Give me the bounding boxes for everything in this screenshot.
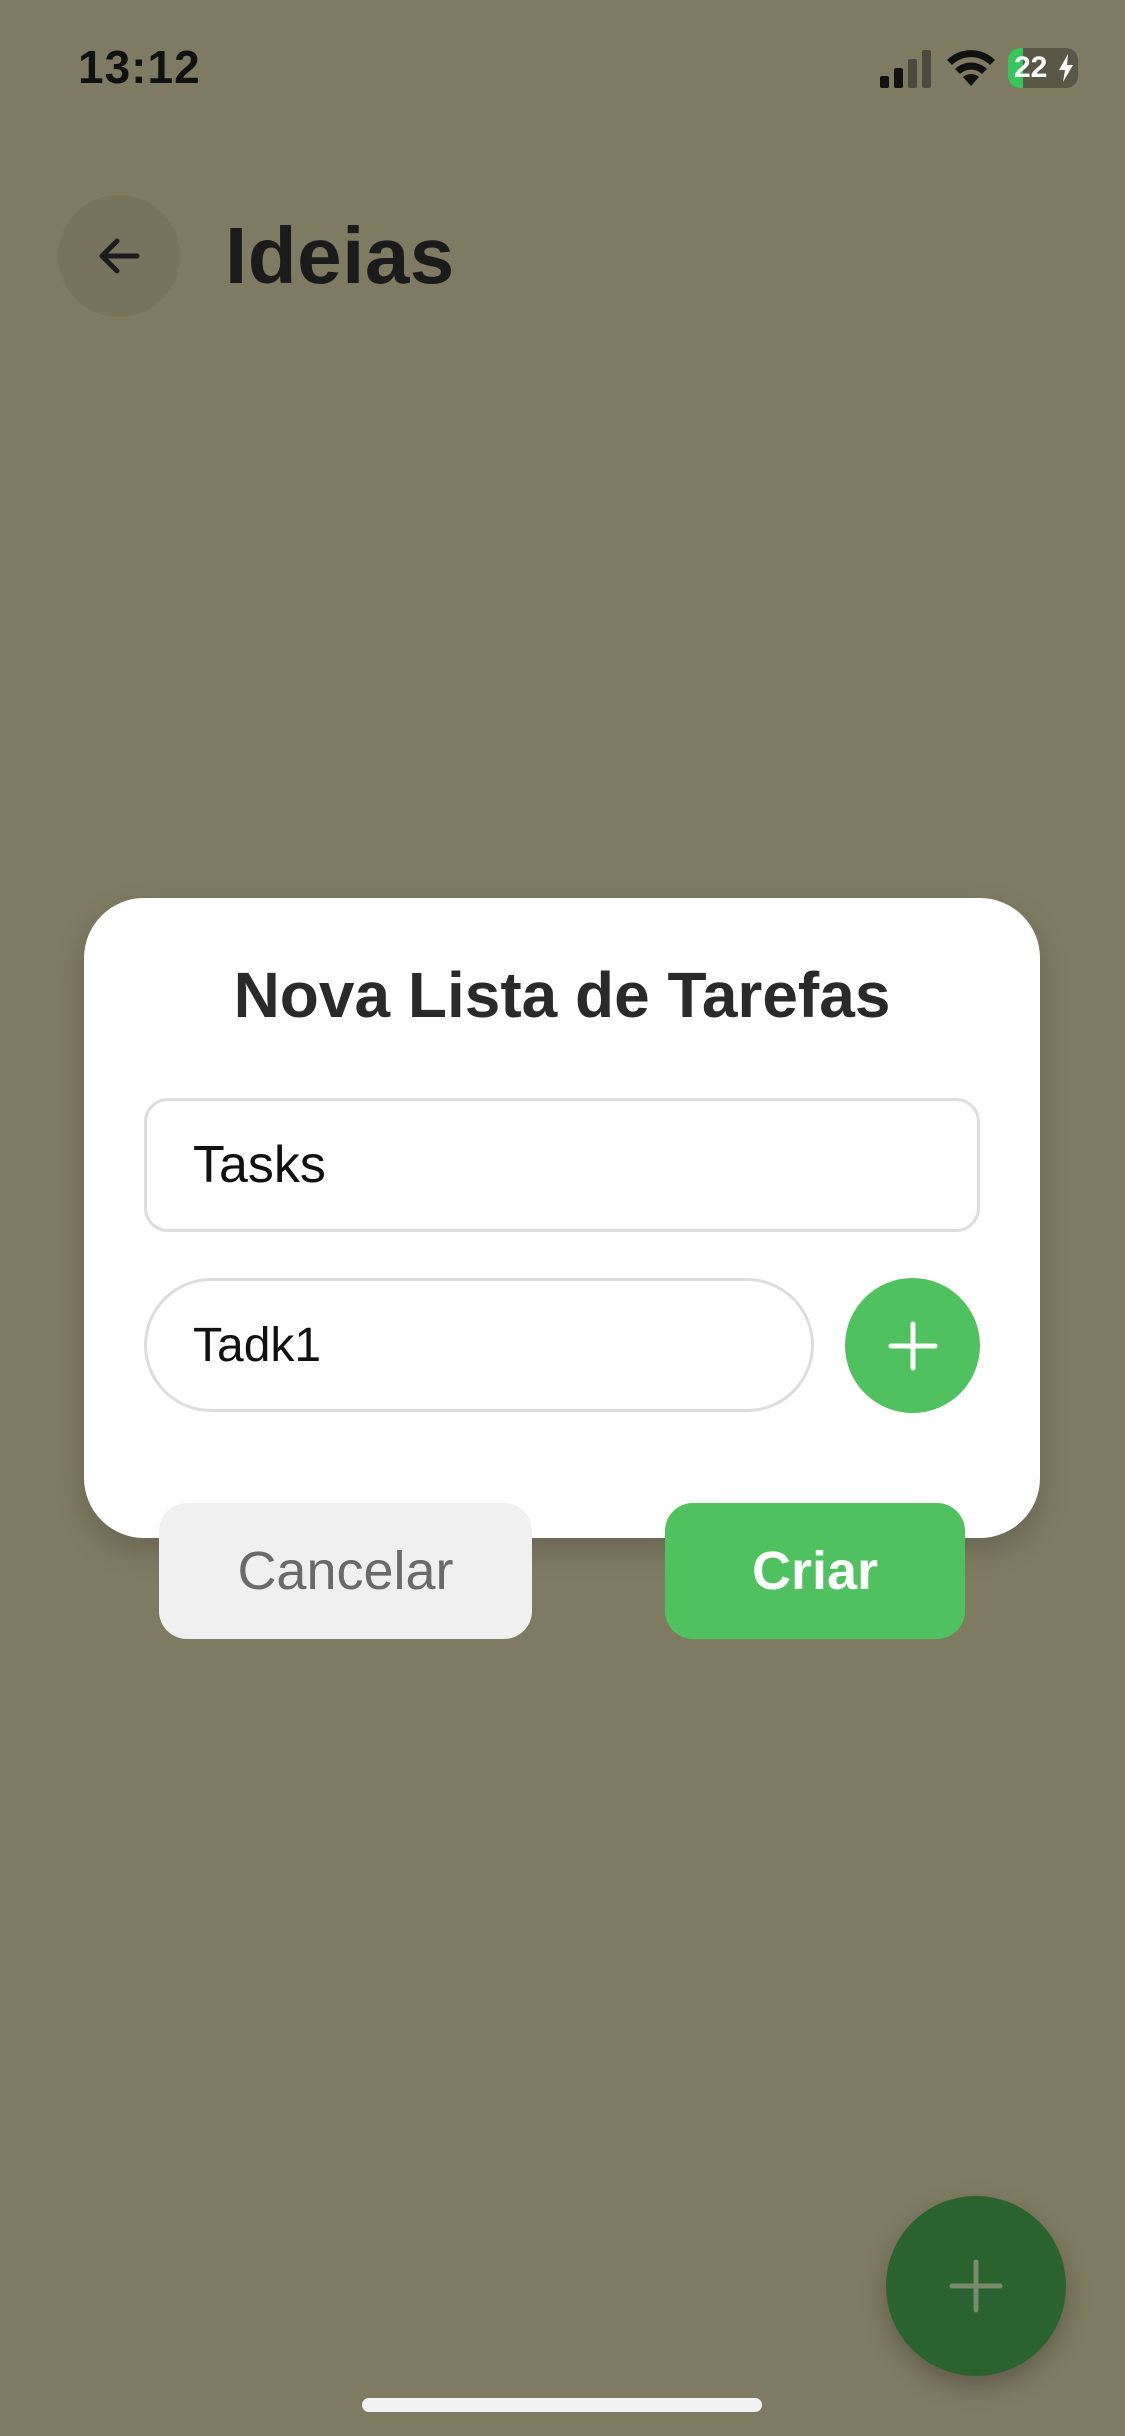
task-input-value: Tadk1 [193,1318,322,1372]
create-button[interactable]: Criar [665,1503,965,1639]
add-list-fab[interactable] [886,2196,1066,2376]
list-name-input[interactable]: Tasks [144,1098,980,1232]
cancel-button-label: Cancelar [237,1541,454,1601]
charging-bolt-icon [1059,54,1073,82]
task-input[interactable]: Tadk1 [144,1278,814,1412]
status-time: 13:12 [78,41,201,93]
battery-icon: 22 [1008,48,1078,88]
new-list-dialog: Nova Lista de Tarefas Tasks Tadk1 [84,898,1040,1538]
back-button[interactable] [58,195,180,317]
status-bar: 13:12 22 [0,0,1125,140]
wifi-icon [947,50,995,86]
dialog-title: Nova Lista de Tarefas [233,959,891,1031]
plus-icon [888,1321,937,1370]
home-indicator[interactable] [362,2398,762,2412]
page-title: Ideias [225,211,455,300]
create-button-label: Criar [751,1541,879,1601]
signal-icon [880,50,931,88]
list-name-value: Tasks [193,1136,326,1194]
arrow-left-icon [99,238,140,274]
cancel-button[interactable]: Cancelar [159,1503,532,1639]
add-task-button[interactable] [845,1278,980,1413]
plus-icon [949,2259,1003,2313]
